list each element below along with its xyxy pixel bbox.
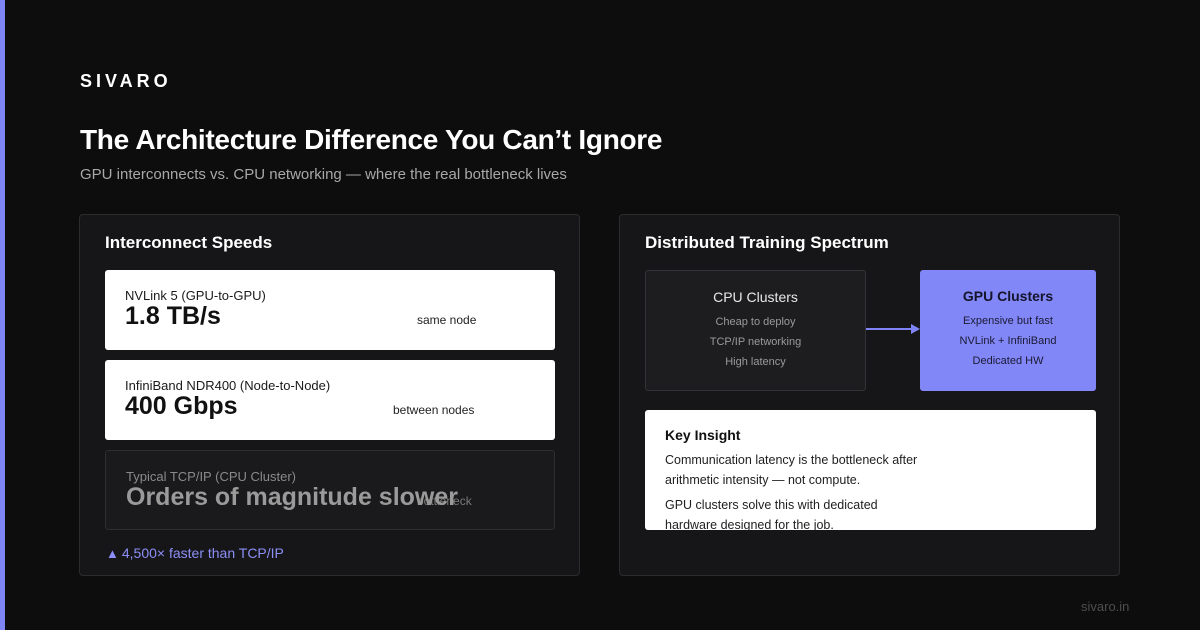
speed-card-label: NVLink 5 (GPU-to-GPU) — [125, 288, 266, 303]
training-spectrum-panel: Distributed Training Spectrum CPU Cluste… — [619, 214, 1120, 576]
insight-paragraph: Communication latency is the bottleneck … — [665, 453, 918, 487]
interconnect-speeds-panel: Interconnect Speeds NVLink 5 (GPU-to-GPU… — [79, 214, 580, 576]
footer-url: sivaro.in — [1081, 599, 1130, 614]
speed-card-value: Orders of magnitude slower — [126, 483, 459, 511]
insight-paragraph: GPU clusters solve this with dedicated h… — [665, 498, 878, 530]
speed-card-value: 1.8 TB/s — [125, 302, 221, 330]
arrow-right-icon — [866, 324, 920, 334]
cluster-title: GPU Clusters — [962, 288, 1054, 304]
speed-card-label: Typical TCP/IP (CPU Cluster) — [126, 469, 297, 484]
speed-card-tcpip: bottleneck Typical TCP/IP (CPU Cluster) … — [105, 450, 555, 530]
page-subtitle: GPU interconnects vs. CPU networking — w… — [80, 166, 567, 183]
cluster-line: Dedicated HW — [972, 355, 1044, 367]
cluster-line: TCP/IP networking — [709, 336, 802, 348]
cluster-line: NVLink + InfiniBand — [959, 335, 1057, 347]
page-title: The Architecture Difference You Can’t Ig… — [80, 124, 663, 155]
speed-comparison: ▲ 4,500× faster than TCP/IP — [106, 545, 284, 561]
gpu-clusters-box: GPU Clusters Expensive but fast NVLink +… — [920, 270, 1096, 391]
speed-card-note: same node — [417, 313, 477, 327]
cpu-clusters-box: CPU Clusters Cheap to deploy TCP/IP netw… — [645, 270, 866, 391]
cluster-line: Expensive but fast — [963, 315, 1053, 327]
key-insight-card: Key Insight Communication latency is the… — [645, 410, 1096, 530]
cluster-title: CPU Clusters — [713, 289, 798, 305]
insight-title: Key Insight — [665, 427, 741, 443]
triangle-up-icon: ▲ — [106, 546, 119, 561]
speed-card-infiniband: InfiniBand NDR400 (Node-to-Node) 400 Gbp… — [105, 360, 555, 440]
speed-comparison-text: 4,500× faster than TCP/IP — [121, 545, 284, 561]
panel-title: Interconnect Speeds — [105, 233, 273, 252]
speed-card-label: InfiniBand NDR400 (Node-to-Node) — [125, 378, 331, 393]
panel-title: Distributed Training Spectrum — [645, 233, 889, 252]
speed-card-note: between nodes — [393, 403, 475, 417]
brand-logo: SIVARO — [80, 71, 172, 91]
accent-bar — [0, 0, 5, 630]
cluster-line: High latency — [725, 356, 786, 368]
speed-card-value: 400 Gbps — [125, 392, 238, 420]
speed-card-nvlink: NVLink 5 (GPU-to-GPU) 1.8 TB/s same node — [105, 270, 555, 350]
cluster-line: Cheap to deploy — [715, 316, 796, 328]
